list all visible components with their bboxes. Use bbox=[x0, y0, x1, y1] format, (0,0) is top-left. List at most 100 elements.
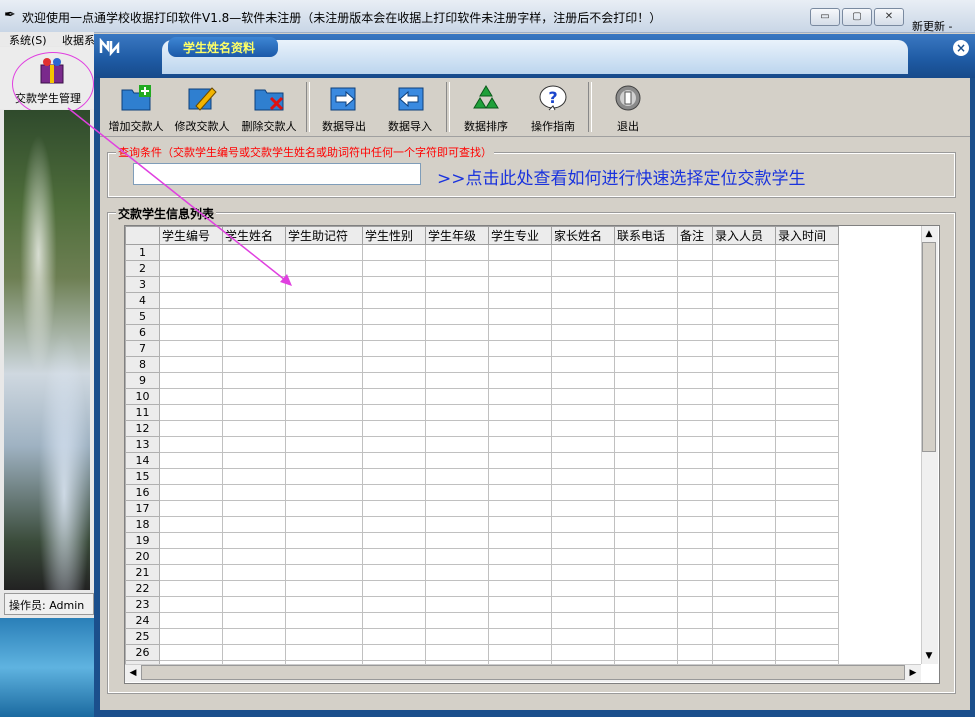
grid-cell[interactable] bbox=[614, 468, 678, 485]
grid-cell[interactable] bbox=[712, 244, 776, 261]
grid-cell[interactable] bbox=[551, 372, 615, 389]
grid-cell[interactable] bbox=[159, 580, 223, 597]
grid-cell[interactable] bbox=[677, 564, 713, 581]
grid-cell[interactable] bbox=[614, 628, 678, 645]
export-data-button[interactable]: 数据导出 bbox=[314, 80, 374, 134]
table-row[interactable]: 3 bbox=[125, 276, 839, 293]
grid-cell[interactable] bbox=[362, 356, 426, 373]
grid-cell[interactable] bbox=[222, 260, 286, 277]
grid-cell[interactable] bbox=[425, 500, 489, 517]
grid-cell[interactable] bbox=[551, 500, 615, 517]
grid-cell[interactable] bbox=[285, 484, 363, 501]
grid-cell[interactable] bbox=[614, 644, 678, 661]
student-data-grid[interactable]: 学生编号 学生姓名 学生助记符 学生性别 学生年级 学生专业 家长姓名 联系电话 备注 录入人员录… bbox=[124, 225, 940, 684]
grid-cell[interactable] bbox=[362, 388, 426, 405]
grid-cell[interactable] bbox=[488, 564, 552, 581]
grid-cell[interactable] bbox=[712, 292, 776, 309]
grid-cell[interactable] bbox=[425, 612, 489, 629]
grid-column-header[interactable]: 备注 bbox=[677, 226, 713, 245]
grid-cell[interactable] bbox=[551, 420, 615, 437]
import-data-button[interactable]: 数据导入 bbox=[380, 80, 440, 134]
grid-cell[interactable] bbox=[712, 260, 776, 277]
grid-cell[interactable] bbox=[614, 404, 678, 421]
grid-cell[interactable] bbox=[551, 612, 615, 629]
grid-cell[interactable] bbox=[677, 516, 713, 533]
grid-cell[interactable] bbox=[488, 468, 552, 485]
grid-cell[interactable] bbox=[285, 564, 363, 581]
grid-cell[interactable] bbox=[775, 564, 839, 581]
grid-cell[interactable] bbox=[712, 484, 776, 501]
grid-cell[interactable] bbox=[159, 452, 223, 469]
grid-cell[interactable] bbox=[488, 452, 552, 469]
grid-cell[interactable] bbox=[614, 292, 678, 309]
table-row[interactable]: 14 bbox=[125, 452, 839, 469]
table-row[interactable]: 13 bbox=[125, 436, 839, 453]
grid-cell[interactable] bbox=[285, 452, 363, 469]
grid-cell[interactable] bbox=[677, 260, 713, 277]
grid-cell[interactable] bbox=[677, 628, 713, 645]
grid-cell[interactable] bbox=[775, 308, 839, 325]
grid-cell[interactable] bbox=[159, 244, 223, 261]
grid-cell[interactable] bbox=[551, 452, 615, 469]
grid-cell[interactable] bbox=[285, 292, 363, 309]
grid-cell[interactable] bbox=[677, 644, 713, 661]
grid-cell[interactable] bbox=[285, 516, 363, 533]
grid-cell[interactable] bbox=[614, 308, 678, 325]
grid-cell[interactable] bbox=[159, 628, 223, 645]
grid-cell[interactable] bbox=[222, 436, 286, 453]
grid-cell[interactable] bbox=[488, 484, 552, 501]
grid-cell[interactable] bbox=[362, 420, 426, 437]
grid-cell[interactable] bbox=[285, 580, 363, 597]
grid-cell[interactable] bbox=[425, 580, 489, 597]
grid-cell[interactable] bbox=[425, 260, 489, 277]
grid-column-header[interactable]: 学生专业 bbox=[488, 226, 552, 245]
grid-cell[interactable] bbox=[677, 548, 713, 565]
grid-cell[interactable] bbox=[712, 580, 776, 597]
table-row[interactable]: 6 bbox=[125, 324, 839, 341]
grid-cell[interactable] bbox=[425, 516, 489, 533]
grid-cell[interactable] bbox=[362, 628, 426, 645]
grid-cell[interactable] bbox=[425, 420, 489, 437]
grid-cell[interactable] bbox=[677, 452, 713, 469]
grid-cell[interactable] bbox=[285, 596, 363, 613]
grid-cell[interactable] bbox=[775, 356, 839, 373]
grid-cell[interactable] bbox=[614, 436, 678, 453]
sort-data-button[interactable]: 数据排序 bbox=[456, 80, 516, 134]
grid-cell[interactable] bbox=[551, 356, 615, 373]
grid-cell[interactable] bbox=[488, 628, 552, 645]
grid-cell[interactable] bbox=[159, 532, 223, 549]
grid-cell[interactable] bbox=[551, 308, 615, 325]
grid-cell[interactable] bbox=[775, 324, 839, 341]
grid-cell[interactable] bbox=[488, 516, 552, 533]
grid-cell[interactable] bbox=[712, 276, 776, 293]
grid-cell[interactable] bbox=[425, 244, 489, 261]
table-row[interactable]: 5 bbox=[125, 308, 839, 325]
grid-cell[interactable] bbox=[712, 388, 776, 405]
grid-cell[interactable] bbox=[488, 372, 552, 389]
grid-cell[interactable] bbox=[551, 484, 615, 501]
grid-cell[interactable] bbox=[614, 340, 678, 357]
grid-cell[interactable] bbox=[159, 420, 223, 437]
grid-cell[interactable] bbox=[285, 436, 363, 453]
grid-cell[interactable] bbox=[712, 532, 776, 549]
quick-select-help-link[interactable]: >>点击此处查看如何进行快速选择定位交款学生 bbox=[437, 164, 806, 189]
grid-cell[interactable] bbox=[285, 324, 363, 341]
grid-cell[interactable] bbox=[712, 564, 776, 581]
grid-cell[interactable] bbox=[222, 244, 286, 261]
grid-cell[interactable] bbox=[222, 596, 286, 613]
grid-cell[interactable] bbox=[222, 308, 286, 325]
grid-cell[interactable] bbox=[614, 356, 678, 373]
scroll-right-arrow-icon[interactable]: ▶ bbox=[906, 666, 920, 680]
table-row[interactable]: 2 bbox=[125, 260, 839, 277]
grid-cell[interactable] bbox=[285, 372, 363, 389]
grid-cell[interactable] bbox=[551, 564, 615, 581]
grid-cell[interactable] bbox=[775, 484, 839, 501]
grid-cell[interactable] bbox=[285, 340, 363, 357]
query-search-input[interactable] bbox=[133, 163, 421, 185]
grid-cell[interactable] bbox=[775, 292, 839, 309]
grid-cell[interactable] bbox=[677, 596, 713, 613]
grid-cell[interactable] bbox=[362, 372, 426, 389]
grid-cell[interactable] bbox=[488, 244, 552, 261]
grid-cell[interactable] bbox=[285, 500, 363, 517]
grid-cell[interactable] bbox=[425, 356, 489, 373]
